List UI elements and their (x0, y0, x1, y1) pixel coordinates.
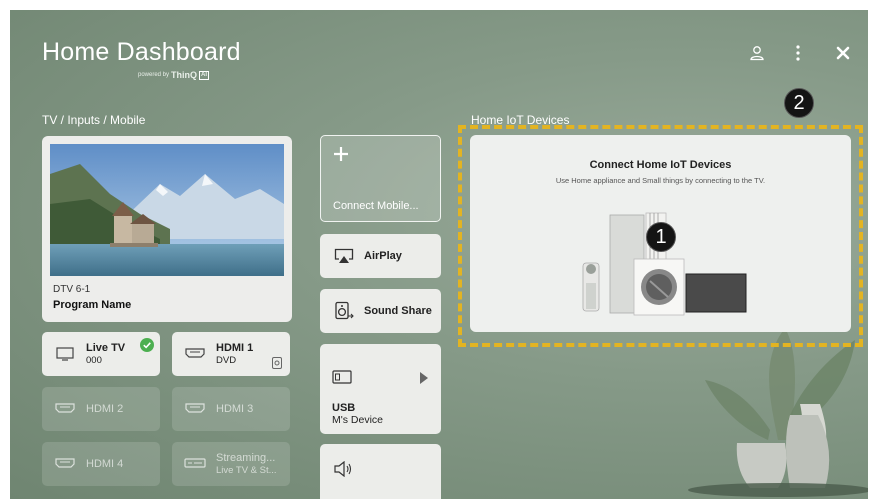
speaker-share-icon (334, 301, 354, 321)
profile-button[interactable] (744, 40, 770, 66)
sound-share-label: Sound Share (364, 305, 432, 317)
input-sub: DVD (216, 355, 237, 366)
ai-badge: AI (199, 70, 210, 80)
connect-mobile-label: Connect Mobile... (333, 200, 419, 212)
input-sub: 000 (86, 355, 102, 366)
hdmi-icon (184, 346, 206, 362)
input-sub: Live TV & St... (216, 465, 277, 476)
hdmi-icon (184, 401, 206, 417)
connected-check-icon (140, 338, 154, 352)
dashboard-screen: Home Dashboard powered by ThinQ AI 2 TV … (10, 10, 868, 499)
input-hdmi-2[interactable]: HDMI 2 (42, 387, 160, 431)
airplay-label: AirPlay (364, 250, 402, 262)
profile-icon (750, 46, 764, 61)
more-options-button[interactable] (785, 40, 811, 66)
input-name: HDMI 1 (216, 342, 254, 354)
speaker-icon (334, 460, 352, 482)
input-live-tv[interactable]: Live TV 000 (42, 332, 160, 376)
connect-mobile-button[interactable]: Connect Mobile... (320, 135, 441, 222)
program-name: Program Name (53, 299, 132, 311)
tv-preview-image (50, 144, 284, 276)
hdmi-icon (54, 401, 76, 417)
live-tv-card[interactable]: DTV 6-1 Program Name (42, 136, 292, 322)
usb-title: USB (332, 402, 356, 414)
input-name: HDMI 3 (216, 402, 254, 415)
usb-storage-icon (332, 370, 352, 389)
channel-number: DTV 6-1 (53, 284, 91, 295)
close-button[interactable] (830, 40, 856, 66)
input-name: Streaming... (216, 452, 276, 464)
input-name: HDMI 2 (86, 402, 124, 415)
hdmi-icon (54, 456, 76, 472)
usb-device-name: M's Device (332, 414, 384, 426)
sound-share-button[interactable]: Sound Share (320, 289, 441, 333)
input-hdmi-1[interactable]: HDMI 1 DVD (172, 332, 290, 376)
speaker-output-card[interactable] (320, 444, 441, 499)
input-name: Live TV (86, 342, 126, 354)
tv-icon (54, 346, 76, 362)
thinq-brand: ThinQ (171, 70, 198, 80)
close-icon (836, 46, 850, 60)
powered-by-thinq: powered by ThinQ AI (138, 70, 210, 80)
iot-card-subtitle: Use Home appliance and Small things by c… (555, 176, 766, 185)
tv-inputs-mobile-label: TV / Inputs / Mobile (42, 113, 146, 127)
dvd-device-icon (272, 356, 282, 374)
callout-1: 1 (646, 222, 676, 252)
usb-device-card[interactable]: USB M's Device (320, 344, 441, 434)
iot-card-title: Connect Home IoT Devices (589, 159, 732, 171)
airplay-icon (334, 248, 354, 264)
input-streaming[interactable]: Streaming... Live TV & St... (172, 442, 290, 486)
input-hdmi-3[interactable]: HDMI 3 (172, 387, 290, 431)
more-vertical-icon (796, 45, 800, 61)
powered-prefix: powered by (138, 72, 170, 78)
input-name: HDMI 4 (86, 457, 124, 470)
home-appliances-illustration (582, 212, 747, 316)
airplay-button[interactable]: AirPlay (320, 234, 441, 278)
callout-2: 2 (784, 88, 814, 118)
chevron-right-icon (420, 371, 428, 389)
page-title: Home Dashboard (42, 38, 241, 66)
plus-icon (333, 146, 349, 167)
streaming-icon (184, 456, 206, 472)
input-hdmi-4[interactable]: HDMI 4 (42, 442, 160, 486)
